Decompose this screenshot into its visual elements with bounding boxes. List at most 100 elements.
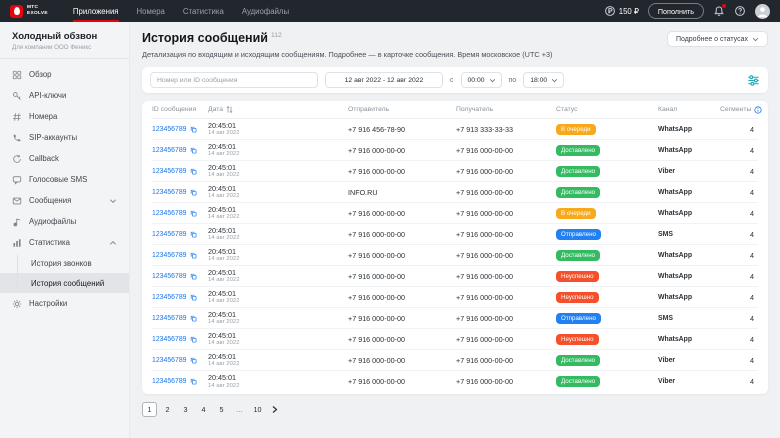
message-id-link[interactable]: 123456789 — [152, 315, 187, 322]
sidebar-item-call-history[interactable]: История звонков — [0, 253, 129, 273]
status-cell: Доставлено — [556, 186, 658, 198]
status-cell: Отправлено — [556, 312, 658, 324]
project-title: Холодный обзвон — [12, 31, 98, 42]
message-id-link[interactable]: 123456789 — [152, 357, 187, 364]
pagination-page-2[interactable]: 2 — [160, 402, 175, 417]
message-id-link[interactable]: 123456789 — [152, 147, 187, 154]
voice-sms-icon — [12, 175, 22, 185]
table-row[interactable]: 123456789 20:45:01 14 авг 2022 +7 916 00… — [152, 140, 758, 161]
nav-item-audiofiles[interactable]: Аудиофайлы — [233, 0, 298, 22]
pagination-page-10[interactable]: 10 — [250, 402, 265, 417]
sidebar-item-statistics[interactable]: Статистика — [0, 232, 129, 253]
nav-item-statistics[interactable]: Статистика — [174, 0, 233, 22]
table-row[interactable]: 123456789 20:45:01 14 авг 2022 +7 916 00… — [152, 266, 758, 287]
topup-button[interactable]: Пополнить — [647, 3, 704, 19]
message-id-link[interactable]: 123456789 — [152, 189, 187, 196]
message-id-link[interactable]: 123456789 — [152, 336, 187, 343]
sidebar-item-api-keys[interactable]: API-ключи — [0, 85, 129, 106]
sender-cell: +7 916 000-00-00 — [348, 208, 405, 218]
copy-icon[interactable] — [190, 210, 197, 217]
sidebar-item-settings[interactable]: Настройки — [0, 293, 129, 314]
sort-icon[interactable] — [226, 105, 233, 114]
pagination-page-1[interactable]: 1 — [142, 402, 157, 417]
table-header: ID сообщения Дата Отправитель Получатель… — [152, 101, 762, 119]
info-icon[interactable] — [754, 105, 762, 114]
statuses-info-button[interactable]: Подробнее о статусах — [666, 31, 768, 47]
pagination-page-5[interactable]: 5 — [214, 402, 229, 417]
table-row[interactable]: 123456789 20:45:01 14 авг 2022 +7 916 00… — [152, 350, 758, 371]
sender-cell: +7 916 456-78-90 — [348, 124, 405, 134]
time-to-select[interactable]: 18:00 — [523, 72, 565, 88]
date-cell: 20:45:01 14 авг 2022 — [208, 268, 348, 284]
message-id-link[interactable]: 123456789 — [152, 231, 187, 238]
copy-icon[interactable] — [190, 357, 197, 364]
search-input[interactable] — [150, 72, 318, 88]
table-row[interactable]: 123456789 20:45:01 14 авг 2022 +7 916 00… — [152, 329, 758, 350]
copy-icon[interactable] — [190, 336, 197, 343]
table-row[interactable]: 123456789 20:45:01 14 авг 2022 +7 916 00… — [152, 371, 758, 392]
message-id-link[interactable]: 123456789 — [152, 294, 187, 301]
copy-icon[interactable] — [190, 147, 197, 154]
pagination-page-4[interactable]: 4 — [196, 402, 211, 417]
copy-icon[interactable] — [190, 252, 197, 259]
table-row[interactable]: 123456789 20:45:01 14 авг 2022 +7 916 00… — [152, 287, 758, 308]
table-row[interactable]: 123456789 20:45:01 14 авг 2022 INFO.RU +… — [152, 182, 758, 203]
sidebar-item-callback[interactable]: Callback — [0, 148, 129, 169]
table-row[interactable]: 123456789 20:45:01 14 авг 2022 +7 916 00… — [152, 161, 758, 182]
sidebar-item-sip-accounts[interactable]: SIP-аккаунты — [0, 127, 129, 148]
sidebar-item-overview[interactable]: Обзор — [0, 64, 129, 85]
message-id-link[interactable]: 123456789 — [152, 168, 187, 175]
sidebar-item-numbers[interactable]: Номера — [0, 106, 129, 127]
recipient-cell: +7 916 000-00-00 — [456, 377, 513, 386]
copy-icon[interactable] — [190, 378, 197, 385]
status-cell: Доставлено — [556, 376, 658, 387]
table-row[interactable]: 123456789 20:45:01 14 авг 2022 +7 916 00… — [152, 308, 758, 329]
status-badge: В очереди — [556, 207, 596, 219]
nav-item-numbers[interactable]: Номера — [128, 0, 174, 22]
table-row[interactable]: 123456789 20:45:01 14 авг 2022 +7 916 00… — [152, 224, 758, 245]
notifications-button[interactable] — [713, 4, 726, 17]
sidebar-item-messages[interactable]: Сообщения — [0, 190, 129, 211]
nav-item-applications[interactable]: Приложения — [64, 0, 128, 22]
segments-cell: 4 — [750, 313, 754, 323]
copy-icon[interactable] — [190, 231, 197, 238]
message-id-cell: 123456789 — [152, 294, 208, 301]
sidebar-item-message-history[interactable]: История сообщений — [0, 273, 129, 293]
copy-icon[interactable] — [190, 273, 197, 280]
copy-icon[interactable] — [190, 168, 197, 175]
balance[interactable]: 150 ₽ — [604, 5, 639, 17]
channel-cell: SMS — [658, 314, 673, 322]
status-badge: Отправлено — [556, 312, 601, 324]
message-id-link[interactable]: 123456789 — [152, 378, 187, 385]
sidebar-item-voice-sms[interactable]: Голосовые SMS — [0, 169, 129, 190]
time-from-select[interactable]: 00:00 — [460, 72, 502, 88]
message-date: 14 авг 2022 — [208, 361, 240, 368]
copy-icon[interactable] — [190, 294, 197, 301]
chevron-right-icon — [272, 406, 278, 413]
avatar[interactable] — [755, 3, 770, 19]
segments-cell: 4 — [750, 145, 754, 155]
sidebar-item-audiofiles[interactable]: Аудиофайлы — [0, 211, 129, 232]
copy-icon[interactable] — [190, 126, 197, 133]
filter-settings-button[interactable] — [747, 74, 760, 87]
mts-exolve-logo[interactable]: МТС EXOLVE — [10, 4, 48, 18]
date-range-picker[interactable]: 12 авг 2022 - 12 авг 2022 — [325, 72, 443, 88]
copy-icon[interactable] — [190, 189, 197, 196]
table-row[interactable]: 123456789 20:45:01 14 авг 2022 +7 916 45… — [152, 119, 758, 140]
help-button[interactable] — [734, 5, 746, 17]
table-row[interactable]: 123456789 20:45:01 14 авг 2022 +7 916 00… — [152, 203, 758, 224]
message-id-link[interactable]: 123456789 — [152, 210, 187, 217]
phone-icon — [13, 134, 21, 141]
table-row[interactable]: 123456789 20:45:01 14 авг 2022 +7 916 00… — [152, 245, 758, 266]
status-cell: Доставлено — [556, 165, 658, 177]
message-id-link[interactable]: 123456789 — [152, 126, 187, 133]
segments-cell: 4 — [750, 271, 754, 281]
message-id-link[interactable]: 123456789 — [152, 252, 187, 259]
pagination-next-button[interactable] — [268, 405, 281, 414]
date-cell: 20:45:01 14 авг 2022 — [208, 352, 348, 368]
pagination: 1 2 3 4 5 … 10 — [142, 402, 768, 417]
message-id-link[interactable]: 123456789 — [152, 273, 187, 280]
pagination-page-3[interactable]: 3 — [178, 402, 193, 417]
copy-icon[interactable] — [190, 315, 197, 322]
sender-cell: +7 916 000-00-00 — [348, 377, 405, 386]
